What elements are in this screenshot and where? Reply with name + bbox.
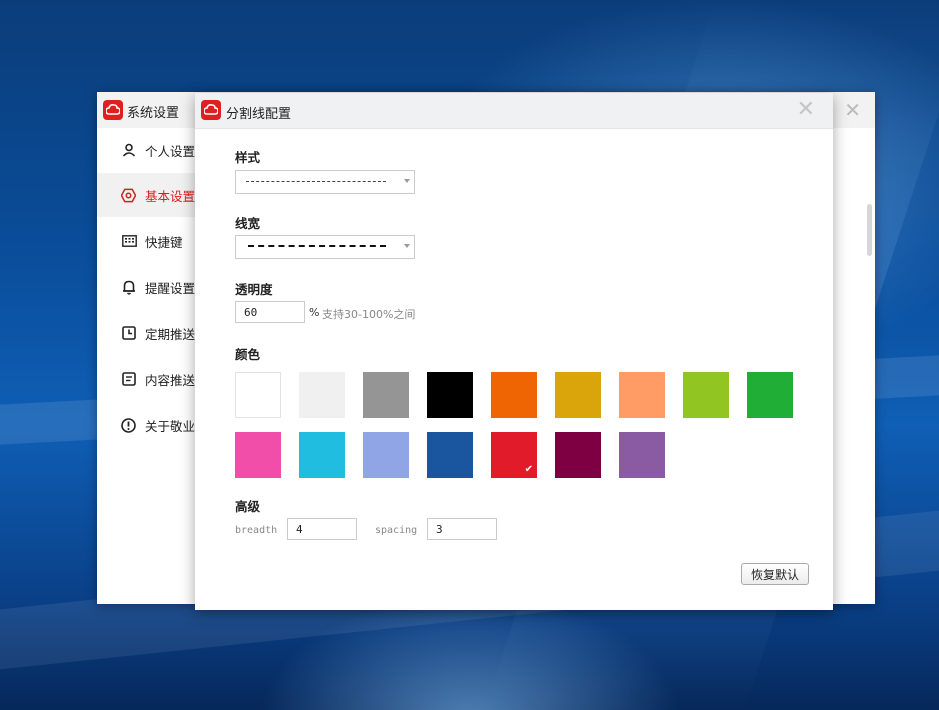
sidebar-item-label: 内容推送 bbox=[144, 372, 195, 388]
color-swatch[interactable] bbox=[491, 372, 537, 418]
chevron-down-icon bbox=[404, 244, 410, 248]
color-swatch[interactable] bbox=[619, 432, 665, 478]
app-logo-icon bbox=[103, 100, 123, 120]
scrollbar[interactable] bbox=[867, 204, 872, 256]
color-swatch[interactable] bbox=[235, 432, 281, 478]
color-swatch[interactable] bbox=[299, 432, 345, 478]
color-swatch[interactable]: ✔ bbox=[491, 432, 537, 478]
color-swatch[interactable] bbox=[363, 432, 409, 478]
thick-dashed-line-preview bbox=[248, 245, 386, 247]
settings-hex-icon bbox=[121, 187, 137, 203]
line-width-select[interactable] bbox=[235, 235, 415, 259]
color-swatch[interactable] bbox=[619, 372, 665, 418]
color-swatch[interactable] bbox=[555, 372, 601, 418]
chevron-down-icon bbox=[404, 179, 410, 183]
color-swatch[interactable] bbox=[747, 372, 793, 418]
divider-config-dialog: 分割线配置 ✕ 样式 线宽 透明度 % 支持30-100%之间 颜色 ✔ 高级 … bbox=[195, 93, 833, 610]
color-swatch[interactable] bbox=[299, 372, 345, 418]
window-title: 系统设置 bbox=[127, 106, 180, 121]
style-select[interactable] bbox=[235, 170, 415, 194]
color-swatch[interactable] bbox=[235, 372, 281, 418]
opacity-label: 透明度 bbox=[235, 282, 273, 297]
sidebar-item-content-push[interactable]: 内容推送 bbox=[97, 357, 195, 401]
close-icon[interactable]: ✕ bbox=[844, 98, 861, 122]
user-icon bbox=[121, 142, 137, 158]
sidebar-item-label: 关于敬业 bbox=[144, 418, 195, 434]
settings-sidebar: 个人设置 基本设置 快捷键 提醒设置 定期推送 内容推送 关于敬业 bbox=[97, 128, 195, 604]
reset-default-button[interactable]: 恢复默认 bbox=[741, 563, 809, 585]
close-icon[interactable]: ✕ bbox=[797, 97, 815, 122]
dashed-line-preview bbox=[246, 181, 386, 182]
app-logo-icon bbox=[201, 100, 221, 120]
color-label: 颜色 bbox=[235, 347, 261, 362]
width-label: 线宽 bbox=[235, 216, 261, 231]
color-swatch[interactable] bbox=[427, 432, 473, 478]
sidebar-item-about[interactable]: 关于敬业 bbox=[97, 403, 195, 447]
breadth-label: breadth bbox=[235, 525, 278, 536]
spacing-label: spacing bbox=[375, 525, 418, 536]
sidebar-item-personal[interactable]: 个人设置 bbox=[97, 128, 195, 172]
dialog-titlebar: 分割线配置 ✕ bbox=[195, 93, 833, 129]
breadth-input[interactable] bbox=[287, 518, 357, 540]
color-swatch[interactable] bbox=[363, 372, 409, 418]
checkmark-icon: ✔ bbox=[524, 464, 533, 475]
opacity-unit: % bbox=[309, 306, 320, 319]
sidebar-item-label: 基本设置 bbox=[144, 188, 195, 204]
color-swatch[interactable] bbox=[683, 372, 729, 418]
color-swatch[interactable] bbox=[555, 432, 601, 478]
sidebar-item-shortcuts[interactable]: 快捷键 bbox=[97, 219, 195, 263]
sidebar-item-label: 快捷键 bbox=[145, 234, 183, 250]
spacing-input[interactable] bbox=[427, 518, 497, 540]
clock-icon bbox=[121, 325, 137, 341]
dialog-title: 分割线配置 bbox=[226, 107, 292, 122]
document-icon bbox=[121, 371, 137, 387]
sidebar-item-label: 个人设置 bbox=[144, 143, 195, 159]
style-label: 样式 bbox=[235, 150, 261, 165]
opacity-input[interactable] bbox=[235, 301, 305, 323]
sidebar-item-basic[interactable]: 基本设置 bbox=[97, 173, 195, 217]
keyboard-icon bbox=[121, 233, 137, 249]
info-icon bbox=[121, 417, 137, 433]
color-swatch[interactable] bbox=[427, 372, 473, 418]
sidebar-item-reminders[interactable]: 提醒设置 bbox=[97, 265, 195, 309]
sidebar-item-label: 提醒设置 bbox=[144, 280, 195, 296]
advanced-label: 高级 bbox=[235, 499, 261, 514]
sidebar-item-label: 定期推送 bbox=[144, 326, 195, 342]
sidebar-item-scheduled-push[interactable]: 定期推送 bbox=[97, 311, 195, 355]
bell-icon bbox=[121, 279, 137, 295]
opacity-hint: 支持30-100%之间 bbox=[322, 308, 416, 321]
